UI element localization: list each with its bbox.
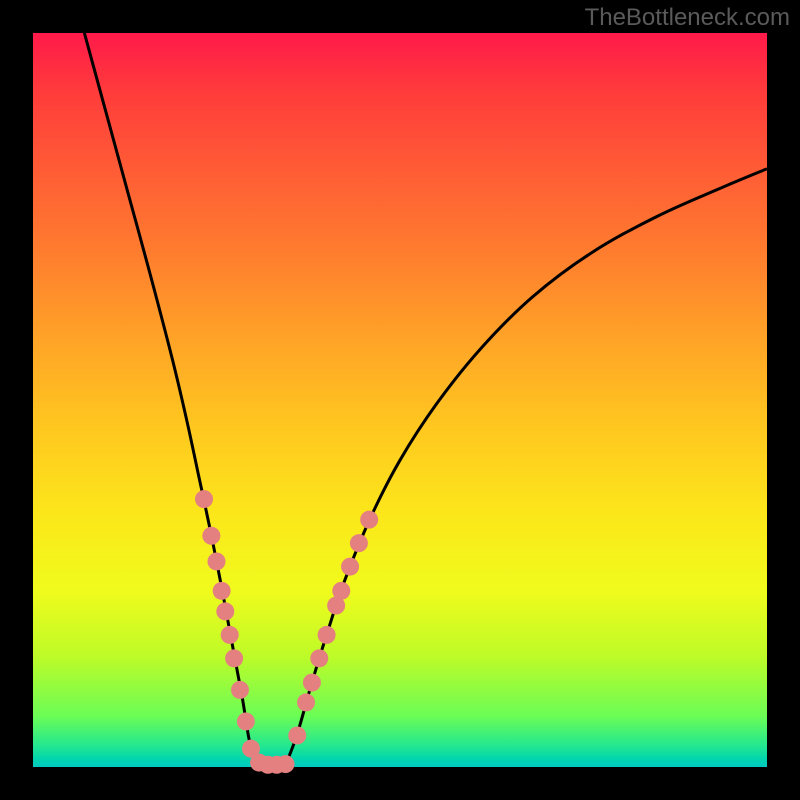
data-dot — [303, 674, 321, 692]
chart-container: TheBottleneck.com — [0, 0, 800, 800]
curve-right — [286, 169, 767, 764]
data-dot — [213, 582, 231, 600]
data-dot — [360, 511, 378, 529]
data-dot — [221, 626, 239, 644]
data-dot — [237, 712, 255, 730]
data-dot — [341, 558, 359, 576]
data-dot — [208, 552, 226, 570]
watermark-text: TheBottleneck.com — [585, 4, 790, 32]
data-dot — [288, 726, 306, 744]
curve-svg — [33, 33, 767, 767]
data-dot — [195, 490, 213, 508]
data-dot — [225, 649, 243, 667]
data-dot — [297, 693, 315, 711]
data-dot — [350, 534, 368, 552]
plot-area — [33, 33, 767, 767]
data-dot — [318, 626, 336, 644]
data-dot — [332, 582, 350, 600]
data-dot — [310, 649, 328, 667]
data-dot — [276, 755, 294, 773]
curve-dots — [195, 490, 378, 774]
data-dot — [216, 602, 234, 620]
data-dot — [202, 527, 220, 545]
data-dot — [231, 681, 249, 699]
